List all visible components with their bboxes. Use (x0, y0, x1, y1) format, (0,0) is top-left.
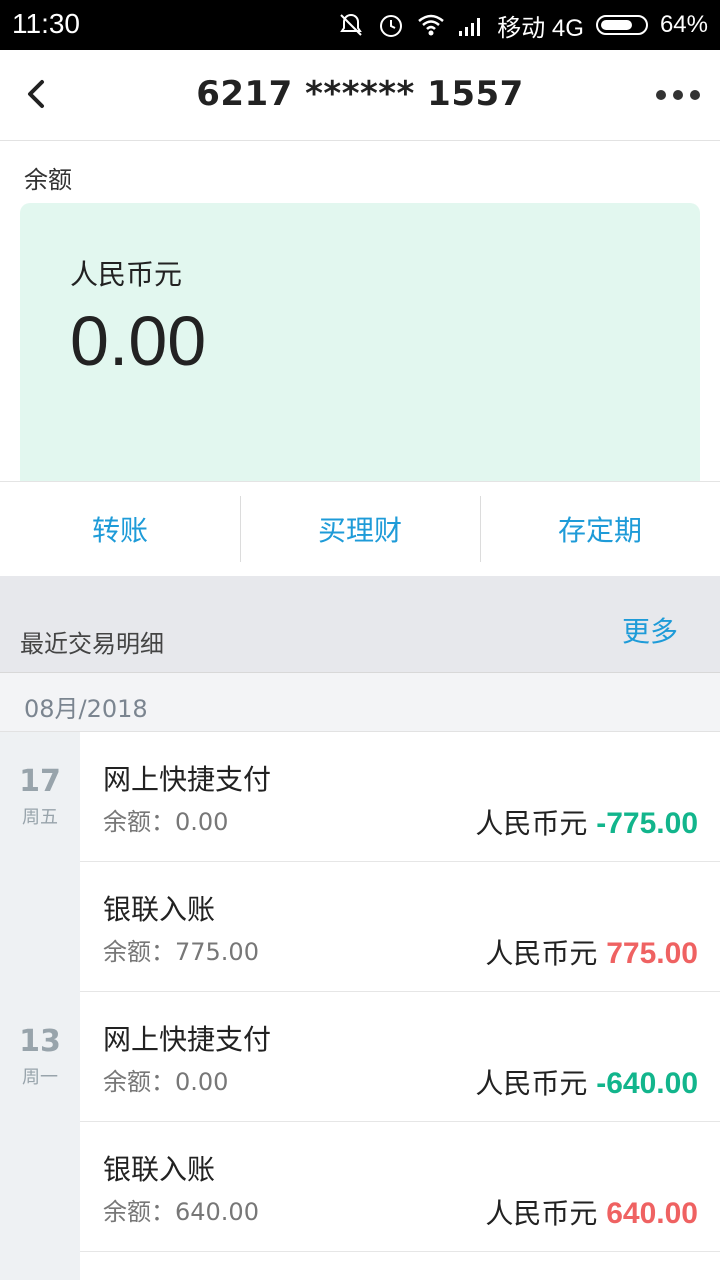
transaction-amount: 人民币元 -640.00 (475, 1062, 698, 1102)
transaction-amount-value: -640.00 (596, 1067, 698, 1100)
battery-percent: 64% (659, 11, 708, 38)
more-link[interactable]: 更多 (622, 610, 678, 650)
transaction-currency: 人民币元 (475, 1067, 588, 1100)
balance-amount: 0.00 (70, 302, 207, 380)
date-column: 17 周五 13 周一 (0, 732, 80, 1280)
balance-card: 人民币元 0.00 (20, 203, 700, 481)
transaction-name: 网上快捷支付 (103, 1023, 272, 1056)
date-weekday: 周五 (22, 807, 58, 828)
transaction-balance: 余额：0.00 (103, 808, 229, 836)
action-bar: 转账 买理财 存定期 (0, 481, 720, 577)
transaction-row[interactable]: 银联入账 余额：775.00 人民币元 775.00 (80, 862, 720, 992)
date-day: 17 (19, 764, 61, 799)
date-day: 13 (19, 1024, 61, 1059)
battery-icon (595, 15, 648, 35)
transaction-currency: 人民币元 (485, 1197, 598, 1230)
status-bar: 11:30 移动 4G 64% (0, 0, 720, 50)
transaction-currency: 人民币元 (485, 937, 598, 970)
signal-icon (459, 18, 481, 36)
transaction-row[interactable]: 网上快捷支付 余额：0.00 人民币元 -775.00 (80, 732, 720, 862)
top-nav-bar: 6217 ****** 1557 (0, 50, 720, 141)
transaction-currency: 人民币元 (475, 807, 588, 840)
transaction-balance: 余额：640.00 (103, 1198, 259, 1226)
transaction-amount: 人民币元 775.00 (485, 932, 698, 972)
fixed-deposit-button[interactable]: 存定期 (480, 482, 720, 576)
transaction-list: 17 周五 13 周一 网上快捷支付 余额：0.00 人民币元 -775.00 … (0, 732, 720, 1280)
transaction-amount: 人民币元 640.00 (485, 1192, 698, 1232)
more-dots-icon[interactable] (656, 78, 700, 112)
transaction-amount-value: -775.00 (596, 807, 698, 840)
date-group: 17 周五 (0, 764, 80, 829)
transaction-row[interactable]: 银联入账 余额：640.00 人民币元 640.00 (80, 1122, 720, 1252)
transaction-amount-value: 775.00 (606, 937, 698, 970)
recent-transactions-header: 最近交易明细 更多 (0, 576, 720, 673)
status-icons: 移动 4G 64% (337, 8, 708, 42)
balance-label: 余额 (24, 166, 72, 194)
transaction-balance: 余额：775.00 (103, 938, 259, 966)
transaction-name: 网上快捷支付 (103, 763, 272, 796)
month-label: 08月/2018 (24, 695, 148, 723)
date-group: 13 周一 (0, 1024, 80, 1089)
status-time: 11:30 (12, 8, 80, 39)
transaction-amount: 人民币元 -775.00 (475, 802, 698, 842)
date-weekday: 周一 (22, 1067, 58, 1088)
wifi-icon (418, 14, 445, 36)
transaction-amount-value: 640.00 (606, 1197, 698, 1230)
page-title: 6217 ****** 1557 (196, 74, 524, 114)
month-header: 08月/2018 (0, 673, 720, 732)
balance-currency: 人民币元 (70, 258, 183, 291)
transaction-name: 银联入账 (103, 1153, 216, 1186)
buy-wealth-button[interactable]: 买理财 (240, 482, 480, 576)
transaction-balance: 余额：0.00 (103, 1068, 229, 1096)
transaction-row[interactable]: 网上快捷支付 余额：0.00 人民币元 -640.00 (80, 992, 720, 1122)
alarm-icon (380, 15, 403, 37)
transfer-button[interactable]: 转账 (0, 482, 240, 576)
recent-transactions-title: 最近交易明细 (20, 630, 164, 658)
mute-bell-icon (340, 13, 363, 36)
carrier-label: 移动 4G (497, 14, 584, 42)
transaction-name: 银联入账 (103, 893, 216, 926)
